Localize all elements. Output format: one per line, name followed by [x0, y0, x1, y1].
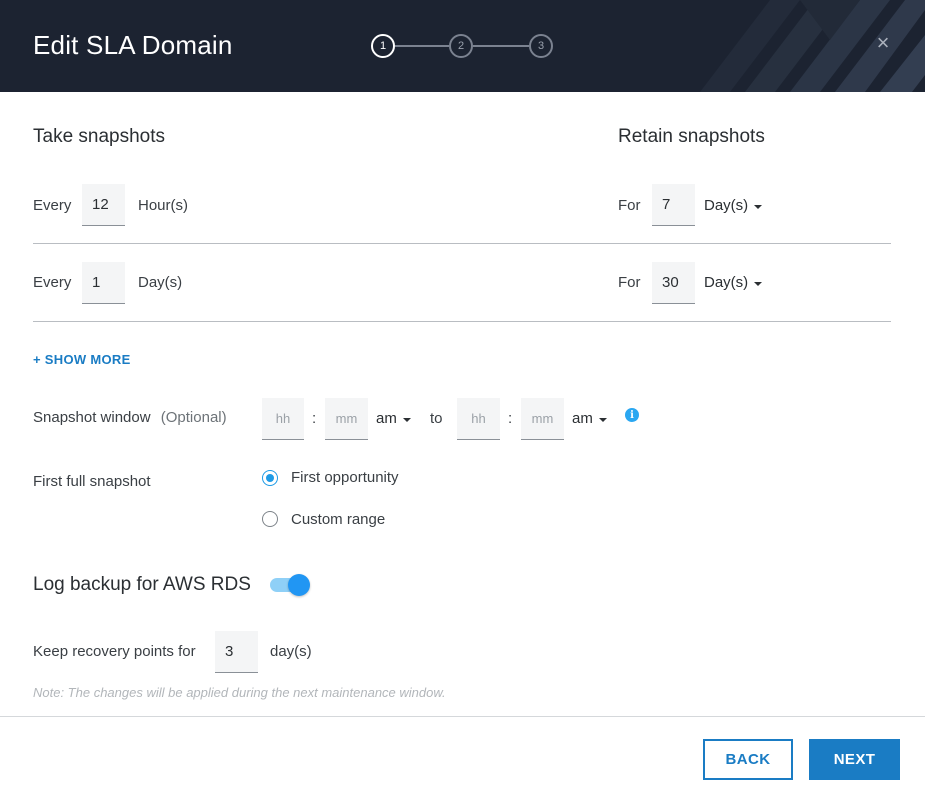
toggle-knob — [288, 574, 310, 596]
footer-divider — [0, 716, 925, 717]
retain-row-1-prefix: For — [618, 197, 641, 214]
snapshot-window-label-text: Snapshot window — [33, 409, 151, 426]
retain-row-2-unit-dropdown[interactable]: Day(s) — [704, 274, 763, 291]
start-minute-input[interactable]: mm — [325, 398, 368, 440]
keep-recovery-label: Keep recovery points for — [33, 643, 196, 660]
caret-down-icon — [598, 417, 607, 422]
end-ampm-label: am — [572, 410, 593, 427]
retain-row-2-prefix: For — [618, 274, 641, 291]
end-minute-input[interactable]: mm — [521, 398, 564, 440]
caret-down-icon — [754, 204, 763, 209]
retain-row-1-unit-dropdown[interactable]: Day(s) — [704, 197, 763, 214]
back-button[interactable]: BACK — [703, 739, 793, 780]
retain-row-2-duration-input[interactable]: 30 — [652, 262, 695, 304]
custom-range-radio[interactable] — [262, 511, 278, 527]
step-2-indicator[interactable]: 2 — [449, 34, 473, 58]
time-separator: : — [312, 410, 317, 427]
retain-snapshots-heading: Retain snapshots — [618, 126, 765, 147]
retain-row-1-unit-label: Day(s) — [704, 197, 749, 214]
take-snapshots-heading: Take snapshots — [33, 126, 166, 147]
to-label: to — [430, 410, 443, 427]
take-row-2-prefix: Every — [33, 274, 72, 291]
take-row-1-unit: Hour(s) — [138, 197, 189, 214]
stepper: 1 2 3 — [371, 34, 553, 58]
log-backup-toggle[interactable] — [270, 574, 310, 596]
dialog-header: Edit SLA Domain 1 2 3 × — [0, 0, 925, 92]
start-hour-input[interactable]: hh — [262, 398, 304, 440]
first-opportunity-label: First opportunity — [291, 469, 399, 486]
take-row-1-prefix: Every — [33, 197, 72, 214]
start-ampm-dropdown[interactable]: am — [376, 410, 411, 427]
end-ampm-dropdown[interactable]: am — [572, 410, 607, 427]
next-button[interactable]: NEXT — [809, 739, 900, 780]
retain-row-2-unit-label: Day(s) — [704, 274, 749, 291]
retain-row-1-duration-input[interactable]: 7 — [652, 184, 695, 226]
time-separator: : — [508, 410, 513, 427]
first-full-snapshot-label: First full snapshot — [33, 473, 151, 490]
step-connector — [395, 45, 449, 47]
dialog-title: Edit SLA Domain — [33, 30, 233, 60]
keep-recovery-unit: day(s) — [270, 643, 312, 660]
caret-down-icon — [402, 417, 411, 422]
take-row-2-unit: Day(s) — [138, 274, 183, 291]
end-hour-input[interactable]: hh — [457, 398, 500, 440]
take-row-1-frequency-input[interactable]: 12 — [82, 184, 125, 226]
row-divider — [33, 321, 891, 322]
custom-range-label: Custom range — [291, 511, 386, 528]
row-divider — [33, 243, 891, 244]
step-3-indicator[interactable]: 3 — [529, 34, 553, 58]
first-opportunity-radio[interactable] — [262, 470, 278, 486]
step-1-indicator[interactable]: 1 — [371, 34, 395, 58]
optional-label: (Optional) — [160, 409, 227, 426]
start-ampm-label: am — [376, 410, 397, 427]
info-icon[interactable]: i — [625, 408, 639, 422]
keep-recovery-days-input[interactable]: 3 — [215, 631, 258, 673]
step-connector — [473, 45, 529, 47]
caret-down-icon — [754, 281, 763, 286]
show-more-link[interactable]: + SHOW MORE — [33, 352, 131, 367]
snapshot-window-label: Snapshot window (Optional) — [33, 409, 227, 426]
close-icon[interactable]: × — [870, 30, 896, 56]
maintenance-note: Note: The changes will be applied during… — [33, 685, 446, 700]
log-backup-heading: Log backup for AWS RDS — [33, 574, 251, 595]
take-row-2-frequency-input[interactable]: 1 — [82, 262, 125, 304]
